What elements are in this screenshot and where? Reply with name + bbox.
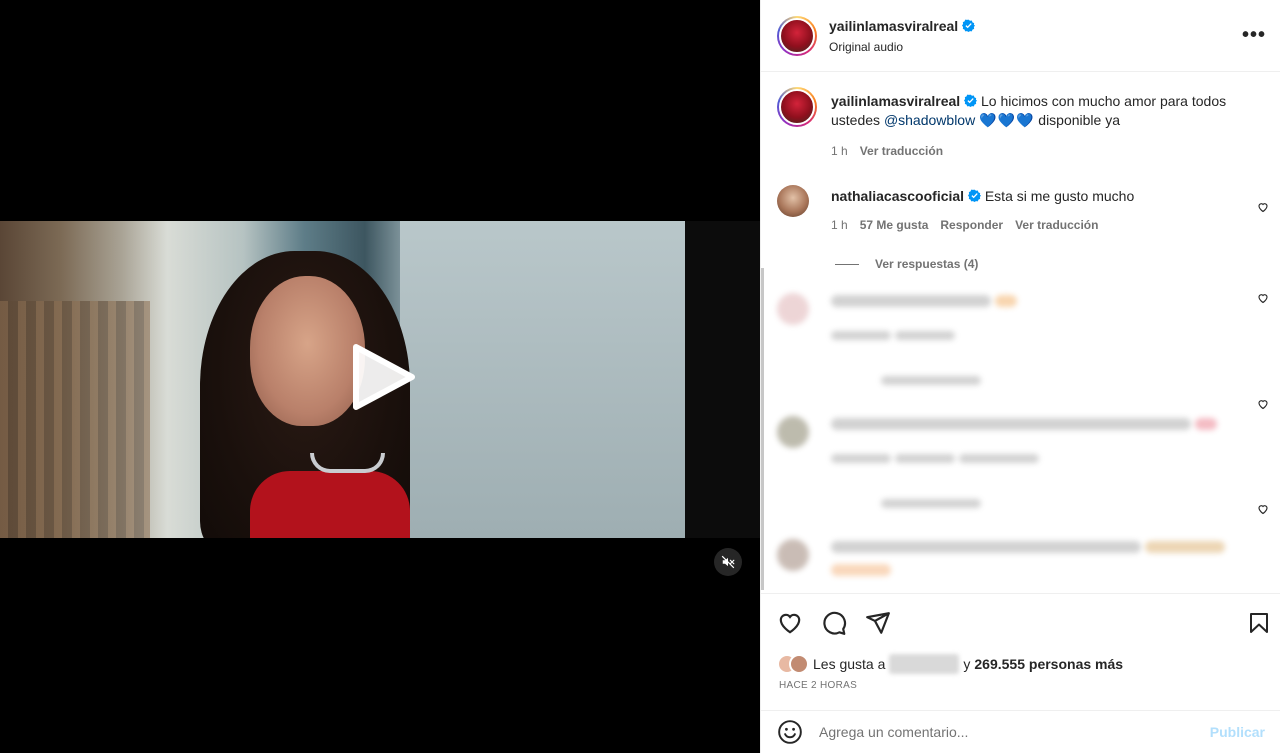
comment-username[interactable]: nathaliacascooficial <box>831 188 964 204</box>
likes-prefix: Les gusta a <box>813 656 886 672</box>
liker-avatar[interactable] <box>789 654 809 674</box>
emoji-icon[interactable] <box>777 719 803 745</box>
like-heart-icon[interactable] <box>777 610 803 636</box>
caption-username[interactable]: yailinlamasviralreal <box>831 93 960 109</box>
caption-text-end: disponible ya <box>1038 112 1121 128</box>
caption-avatar[interactable] <box>777 87 817 127</box>
view-replies-button[interactable]: Ver respuestas (4) <box>835 257 1280 271</box>
comment: nathaliacascooficial Esta si me gusto mu… <box>761 161 1280 235</box>
share-paper-plane-icon[interactable] <box>865 610 891 636</box>
comment-avatar[interactable] <box>777 185 809 217</box>
comment-likes[interactable]: 57 Me gusta <box>860 216 929 235</box>
comments-scrollbar[interactable] <box>761 268 764 590</box>
verified-badge-icon <box>964 94 978 107</box>
caption-time[interactable]: 1 h <box>831 142 848 161</box>
like-comment-heart-icon[interactable] <box>1257 398 1269 410</box>
comment-text: Esta si me gusto mucho <box>984 188 1135 204</box>
video-player[interactable] <box>0 0 760 753</box>
likes-summary: Les gusta a y 269.555 personas más <box>761 636 1280 674</box>
like-comment-heart-icon[interactable] <box>1257 292 1269 304</box>
original-audio-link[interactable]: Original audio <box>829 40 975 54</box>
caption-hearts: 💙💙💙 <box>979 112 1035 128</box>
mute-button[interactable] <box>714 548 742 576</box>
likes-connector: y <box>963 656 971 672</box>
author-username[interactable]: yailinlamasviralreal <box>829 18 958 34</box>
post-date: HACE 2 HORAS <box>779 680 858 691</box>
post-actions: Les gusta a y 269.555 personas más HACE … <box>761 593 1280 703</box>
comment-input[interactable] <box>819 724 1210 740</box>
caption-translate-link[interactable]: Ver traducción <box>860 142 943 161</box>
save-bookmark-icon[interactable] <box>1247 610 1271 636</box>
reply-button[interactable]: Responder <box>940 216 1003 235</box>
blurred-comments <box>761 271 1280 593</box>
author-avatar[interactable] <box>777 15 817 56</box>
play-icon[interactable] <box>348 341 418 413</box>
caption-mention-link[interactable]: @shadowblow <box>884 112 975 128</box>
volume-muted-icon <box>721 555 735 569</box>
verified-badge-icon <box>962 19 976 32</box>
verified-badge-icon <box>967 189 981 202</box>
comment-translate-link[interactable]: Ver traducción <box>1015 216 1098 235</box>
comment-bubble-icon[interactable] <box>821 610 847 636</box>
post-header: yailinlamasviralreal Original audio ••• <box>761 0 1280 72</box>
like-comment-heart-icon[interactable] <box>1257 503 1269 515</box>
view-replies-label: Ver respuestas (4) <box>875 257 979 271</box>
comment-time[interactable]: 1 h <box>831 216 848 235</box>
caption: yailinlamasviralreal Lo hicimos con much… <box>761 73 1280 161</box>
publish-button[interactable]: Publicar <box>1210 724 1265 740</box>
comment-composer: Publicar <box>761 710 1280 753</box>
comments-list[interactable]: yailinlamasviralreal Lo hicimos con much… <box>761 73 1280 593</box>
post-side-panel: yailinlamasviralreal Original audio ••• … <box>760 0 1280 753</box>
more-options-button[interactable]: ••• <box>1242 24 1266 47</box>
like-comment-heart-icon[interactable] <box>1257 201 1269 213</box>
liker-username-blurred[interactable] <box>889 654 960 674</box>
likes-count[interactable]: 269.555 personas más <box>974 656 1123 672</box>
